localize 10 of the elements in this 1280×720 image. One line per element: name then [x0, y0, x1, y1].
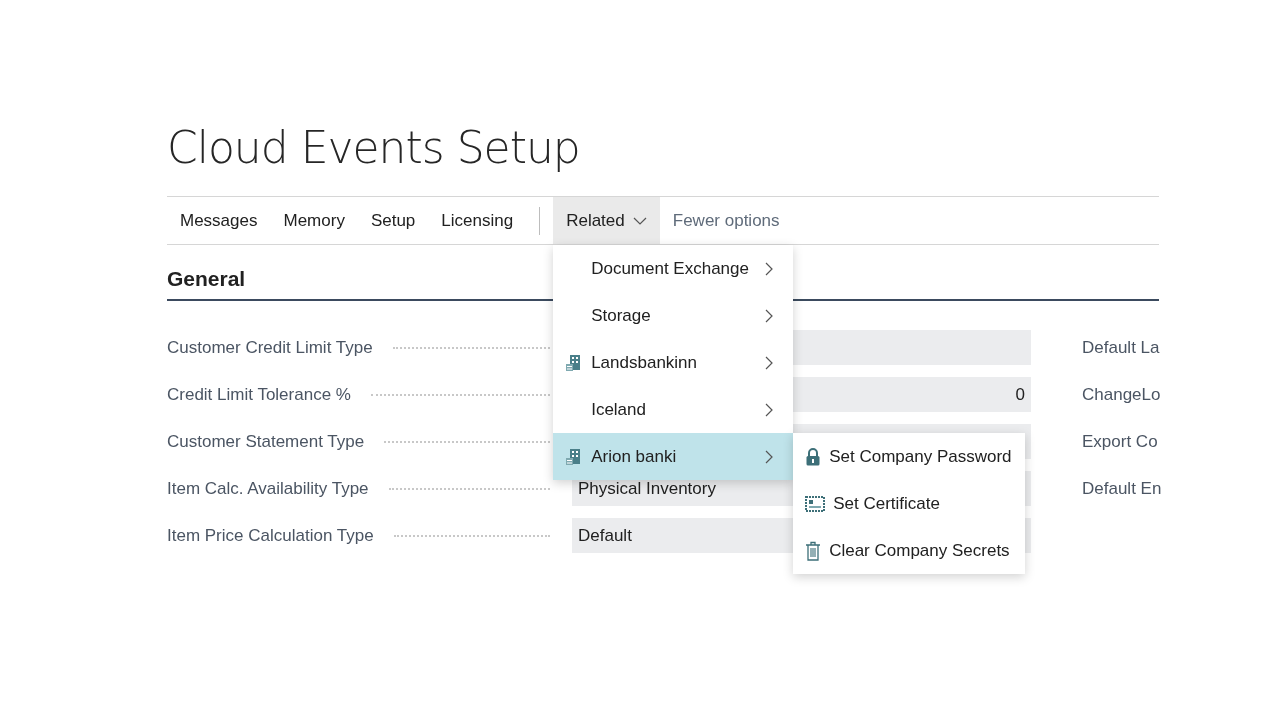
field-label: Item Calc. Availability Type: [167, 478, 369, 499]
field-label: Default La: [1082, 337, 1160, 358]
field-label: Export Co: [1082, 431, 1158, 452]
field-label: Default En: [1082, 478, 1162, 499]
page-title: Cloud Events Setup: [167, 121, 581, 175]
field-label: Customer Statement Type: [167, 431, 365, 452]
field-label: Item Price Calculation Type: [167, 525, 374, 546]
field-label: Credit Limit Tolerance %: [167, 384, 351, 405]
field-label: ChangeLo: [1082, 384, 1161, 405]
field-label: Customer Credit Limit Type: [167, 337, 373, 358]
